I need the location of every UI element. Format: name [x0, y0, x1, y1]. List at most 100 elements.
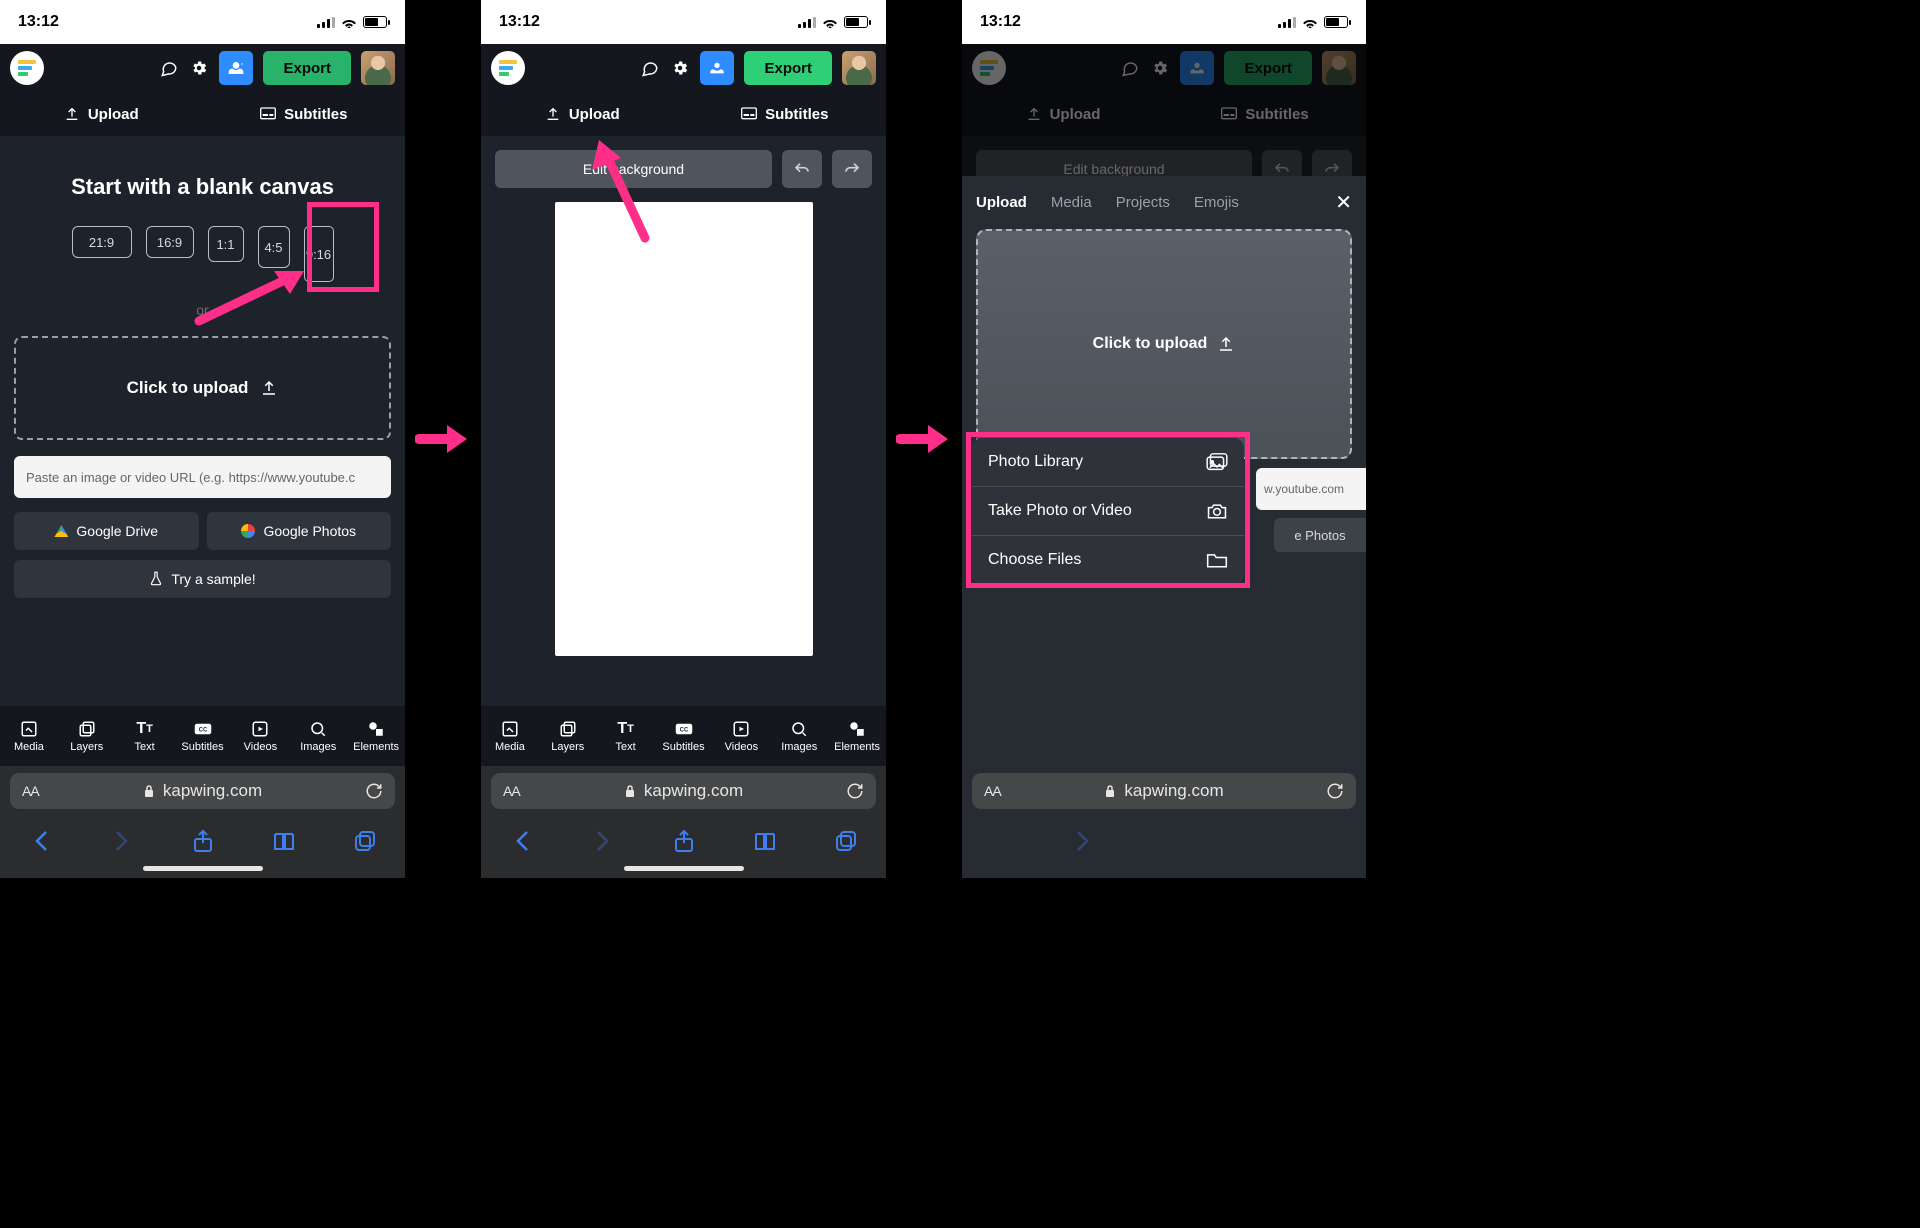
tab-upload[interactable]: Upload — [481, 92, 684, 136]
status-time: 13:12 — [980, 13, 1021, 31]
google-photos-icon — [241, 524, 255, 538]
modal-tab-projects[interactable]: Projects — [1116, 194, 1170, 211]
avatar[interactable] — [842, 51, 876, 85]
share-button[interactable] — [700, 51, 734, 85]
share-icon[interactable] — [672, 829, 696, 853]
url-pill[interactable]: AA kapwing.com — [491, 773, 876, 809]
click-to-upload-area[interactable]: Click to upload — [976, 229, 1352, 459]
comment-icon[interactable] — [640, 58, 660, 78]
text-size-icon[interactable]: AA — [503, 783, 520, 799]
bookmarks-icon[interactable] — [272, 829, 296, 853]
cellular-icon — [317, 16, 335, 28]
tool-text[interactable]: TTText — [597, 706, 655, 766]
close-icon[interactable]: ✕ — [1335, 190, 1352, 215]
annotation-box — [966, 432, 1250, 588]
content-area: Edit background — [481, 136, 886, 706]
back-icon[interactable] — [29, 829, 53, 853]
wifi-icon — [341, 16, 357, 28]
tabs-icon[interactable] — [353, 829, 377, 853]
ios-status-bar: 13:12 — [962, 0, 1366, 44]
wifi-icon — [822, 16, 838, 28]
reload-icon[interactable] — [846, 782, 864, 800]
bookmarks-icon[interactable] — [753, 829, 777, 853]
home-indicator — [481, 866, 886, 878]
forward-icon[interactable] — [591, 829, 615, 853]
tool-images[interactable]: Images — [289, 706, 347, 766]
modal-tab-emojis[interactable]: Emojis — [1194, 194, 1239, 211]
forward-icon[interactable] — [110, 829, 134, 853]
blank-canvas[interactable] — [555, 202, 813, 656]
text-size-icon[interactable]: AA — [22, 783, 39, 799]
undo-button[interactable] — [782, 150, 822, 188]
ratio-16-9[interactable]: 16:9 — [146, 226, 194, 258]
tool-subtitles[interactable]: CCSubtitles — [655, 706, 713, 766]
app-logo[interactable] — [491, 51, 525, 85]
modal-tab-media[interactable]: Media — [1051, 194, 1092, 211]
back-icon[interactable] — [510, 829, 534, 853]
forward-icon[interactable] — [1071, 829, 1095, 853]
app-header: Export — [0, 44, 405, 92]
tool-videos[interactable]: Videos — [231, 706, 289, 766]
tab-subtitles[interactable]: Subtitles — [684, 92, 887, 136]
safari-nav-bar — [481, 816, 886, 866]
tool-elements[interactable]: Elements — [347, 706, 405, 766]
url-pill[interactable]: AA kapwing.com — [10, 773, 395, 809]
main-tabs: Upload Subtitles — [481, 92, 886, 136]
upload-icon — [1217, 335, 1235, 353]
avatar[interactable] — [361, 51, 395, 85]
tool-layers[interactable]: Layers — [539, 706, 597, 766]
google-photos-partial: e Photos — [1274, 518, 1366, 552]
tool-elements[interactable]: Elements — [828, 706, 886, 766]
try-sample-button[interactable]: Try a sample! — [14, 560, 391, 598]
subtitles-icon — [741, 107, 757, 121]
tool-media[interactable]: Media — [0, 706, 58, 766]
text-size-icon[interactable]: AA — [984, 783, 1001, 799]
ratio-21-9[interactable]: 21:9 — [72, 226, 132, 258]
export-button[interactable]: Export — [263, 51, 351, 85]
ratio-1-1[interactable]: 1:1 — [208, 226, 244, 262]
url-domain: kapwing.com — [1124, 781, 1223, 801]
export-button[interactable]: Export — [744, 51, 832, 85]
annotation-arrow — [194, 266, 314, 326]
google-drive-button[interactable]: Google Drive — [14, 512, 199, 550]
phone-screen-3: 13:12 Export Upload — [962, 0, 1366, 878]
google-photos-button[interactable]: Google Photos — [207, 512, 392, 550]
safari-url-bar: AA kapwing.com — [0, 766, 405, 816]
modal-tab-upload[interactable]: Upload — [976, 194, 1027, 211]
status-time: 13:12 — [499, 13, 540, 31]
annotation-arrow — [589, 136, 655, 246]
home-indicator — [0, 866, 405, 878]
tool-videos[interactable]: Videos — [712, 706, 770, 766]
url-input[interactable]: Paste an image or video URL (e.g. https:… — [14, 456, 391, 498]
tab-upload[interactable]: Upload — [0, 92, 203, 136]
gear-icon[interactable] — [189, 58, 209, 78]
tab-subtitles[interactable]: Subtitles — [203, 92, 406, 136]
subtitles-icon — [260, 107, 276, 121]
reload-icon[interactable] — [1326, 782, 1344, 800]
tabs-icon[interactable] — [834, 829, 858, 853]
upload-icon — [260, 379, 278, 397]
tool-subtitles[interactable]: CCSubtitles — [174, 706, 232, 766]
status-time: 13:12 — [18, 13, 59, 31]
ratio-4-5[interactable]: 4:5 — [258, 226, 290, 268]
reload-icon[interactable] — [365, 782, 383, 800]
main-tabs: Upload Subtitles — [0, 92, 405, 136]
annotation-box — [307, 202, 379, 292]
comment-icon[interactable] — [159, 58, 179, 78]
battery-icon — [844, 16, 868, 28]
tool-text[interactable]: TTText — [116, 706, 174, 766]
tool-layers[interactable]: Layers — [58, 706, 116, 766]
app-logo[interactable] — [10, 51, 44, 85]
gear-icon[interactable] — [670, 58, 690, 78]
page-title: Start with a blank canvas — [0, 174, 405, 200]
click-to-upload[interactable]: Click to upload — [14, 336, 391, 440]
redo-button[interactable] — [832, 150, 872, 188]
url-pill[interactable]: AA kapwing.com — [972, 773, 1356, 809]
svg-text:CC: CC — [679, 727, 688, 733]
share-button[interactable] — [219, 51, 253, 85]
phone-screen-1: 13:12 Export Upload Subtitles — [0, 0, 405, 878]
step-arrow-1 — [405, 0, 481, 878]
tool-media[interactable]: Media — [481, 706, 539, 766]
tool-images[interactable]: Images — [770, 706, 828, 766]
share-icon[interactable] — [191, 829, 215, 853]
